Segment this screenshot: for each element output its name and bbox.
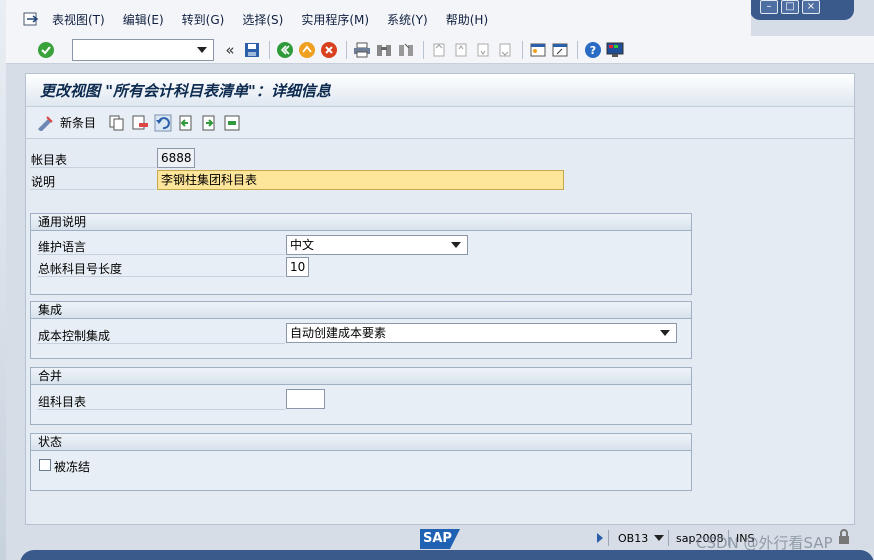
chevron-down-icon[interactable] [197,46,207,53]
first-page-icon[interactable] [429,40,449,60]
menu-help[interactable]: 帮助(H) [446,11,488,28]
blocked-label: 被冻结 [54,460,91,474]
underline [37,254,285,255]
consolidation-group-title: 合并 [31,368,691,385]
help-icon[interactable]: ? [583,40,603,60]
window-bottom-frame [20,550,874,560]
account-length-field[interactable]: 10 [286,257,309,277]
general-group-title: 通用说明 [31,214,691,231]
last-page-icon[interactable] [495,40,515,60]
save-icon[interactable] [242,40,262,60]
find-next-icon[interactable] [396,40,416,60]
expand-status-icon[interactable] [596,532,604,544]
menu-edit[interactable]: 编辑(E) [123,11,164,28]
menu-utilities[interactable]: 实用程序(M) [301,11,369,28]
integration-group-title: 集成 [31,302,691,319]
language-dropdown[interactable]: 中文 [286,235,468,255]
shortcut-icon[interactable] [550,40,570,60]
exit-icon[interactable] [297,40,317,60]
menu-exit-icon[interactable] [22,11,40,27]
screen-title-bar: 更改视图 "所有会计科目表清单"：详细信息 [26,74,854,107]
window-controls: – □ × [750,0,854,20]
menu-system[interactable]: 系统(Y) [387,11,428,28]
close-icon[interactable]: × [802,0,820,14]
chevron-down-icon[interactable] [660,330,670,336]
print-icon[interactable] [352,40,372,60]
main-panel: 更改视图 "所有会计科目表清单"：详细信息 新条目 帐目表 6888 说明 李钢… [25,73,855,525]
underline [37,409,285,410]
menu-bar: 表视图(T) 编辑(E) 转到(G) 选择(S) 实用程序(M) 系统(Y) 帮… [6,0,751,38]
status-separator [608,530,609,546]
command-field[interactable] [72,38,214,61]
cost-control-dropdown[interactable]: 自动创建成本要素 [286,323,677,343]
coa-label: 帐目表 [31,153,68,167]
application-toolbar: 新条目 [26,107,854,139]
lock-icon [839,529,849,544]
cancel-icon[interactable] [319,40,339,60]
status-separator [668,530,669,546]
chevron-down-icon[interactable] [451,242,461,248]
blocked-checkbox[interactable] [39,459,51,471]
minimize-icon[interactable]: – [760,0,778,14]
copy-icon[interactable] [108,114,126,132]
menu-select[interactable]: 选择(S) [242,11,283,28]
underline [37,343,285,344]
language-value: 中文 [290,238,315,252]
menu-table-view[interactable]: 表视图(T) [52,11,105,28]
group-coa-field[interactable] [286,389,325,409]
select-all-icon[interactable] [223,114,241,132]
maximize-icon[interactable]: □ [781,0,799,14]
sap-logo: SAP [420,529,460,549]
next-page-icon[interactable] [473,40,493,60]
display-change-icon[interactable] [36,115,54,131]
svg-text:?: ? [590,44,596,57]
toolbar-separator [577,40,578,59]
toolbar-separator [346,40,347,59]
delete-icon[interactable] [131,114,149,132]
customize-layout-icon[interactable] [605,40,625,60]
next-entry-icon[interactable] [200,114,218,132]
consolidation-group: 合并 组科目表 [30,367,692,425]
previous-page-icon[interactable] [451,40,471,60]
chevron-down-icon[interactable] [654,535,664,541]
standard-toolbar: « ? [6,36,874,64]
enter-icon[interactable] [36,40,56,60]
toolbar-separator [269,40,270,59]
new-session-icon[interactable] [528,40,548,60]
cost-control-label: 成本控制集成 [38,329,111,343]
underline [30,189,156,190]
description-label: 说明 [31,175,56,189]
new-entries-button[interactable]: 新条目 [60,114,96,131]
description-field[interactable]: 李钢柱集团科目表 [157,170,564,190]
coa-field: 6888 [157,148,195,168]
find-icon[interactable] [374,40,394,60]
underline [30,167,156,168]
undo-icon[interactable] [154,114,172,132]
transaction-code: OB13 [618,532,649,545]
group-coa-label: 组科目表 [38,395,87,409]
previous-entry-icon[interactable] [177,114,195,132]
toolbar-separator [423,40,424,59]
underline [37,276,285,277]
window-left-edge [0,0,6,560]
collapse-icon[interactable]: « [220,40,240,60]
integration-group: 集成 成本控制集成 自动创建成本要素 [30,301,692,359]
screen-title: 更改视图 "所有会计科目表清单"：详细信息 [40,81,331,100]
status-group-title: 状态 [31,434,691,451]
cost-control-value: 自动创建成本要素 [290,326,387,340]
language-label: 维护语言 [38,240,87,254]
status-group: 状态 被冻结 [30,433,692,491]
toolbar-separator [522,40,523,59]
menu-goto[interactable]: 转到(G) [182,11,225,28]
general-group: 通用说明 维护语言 中文 总帐科目号长度 10 [30,213,692,295]
back-icon[interactable] [275,40,295,60]
account-length-label: 总帐科目号长度 [38,262,123,276]
